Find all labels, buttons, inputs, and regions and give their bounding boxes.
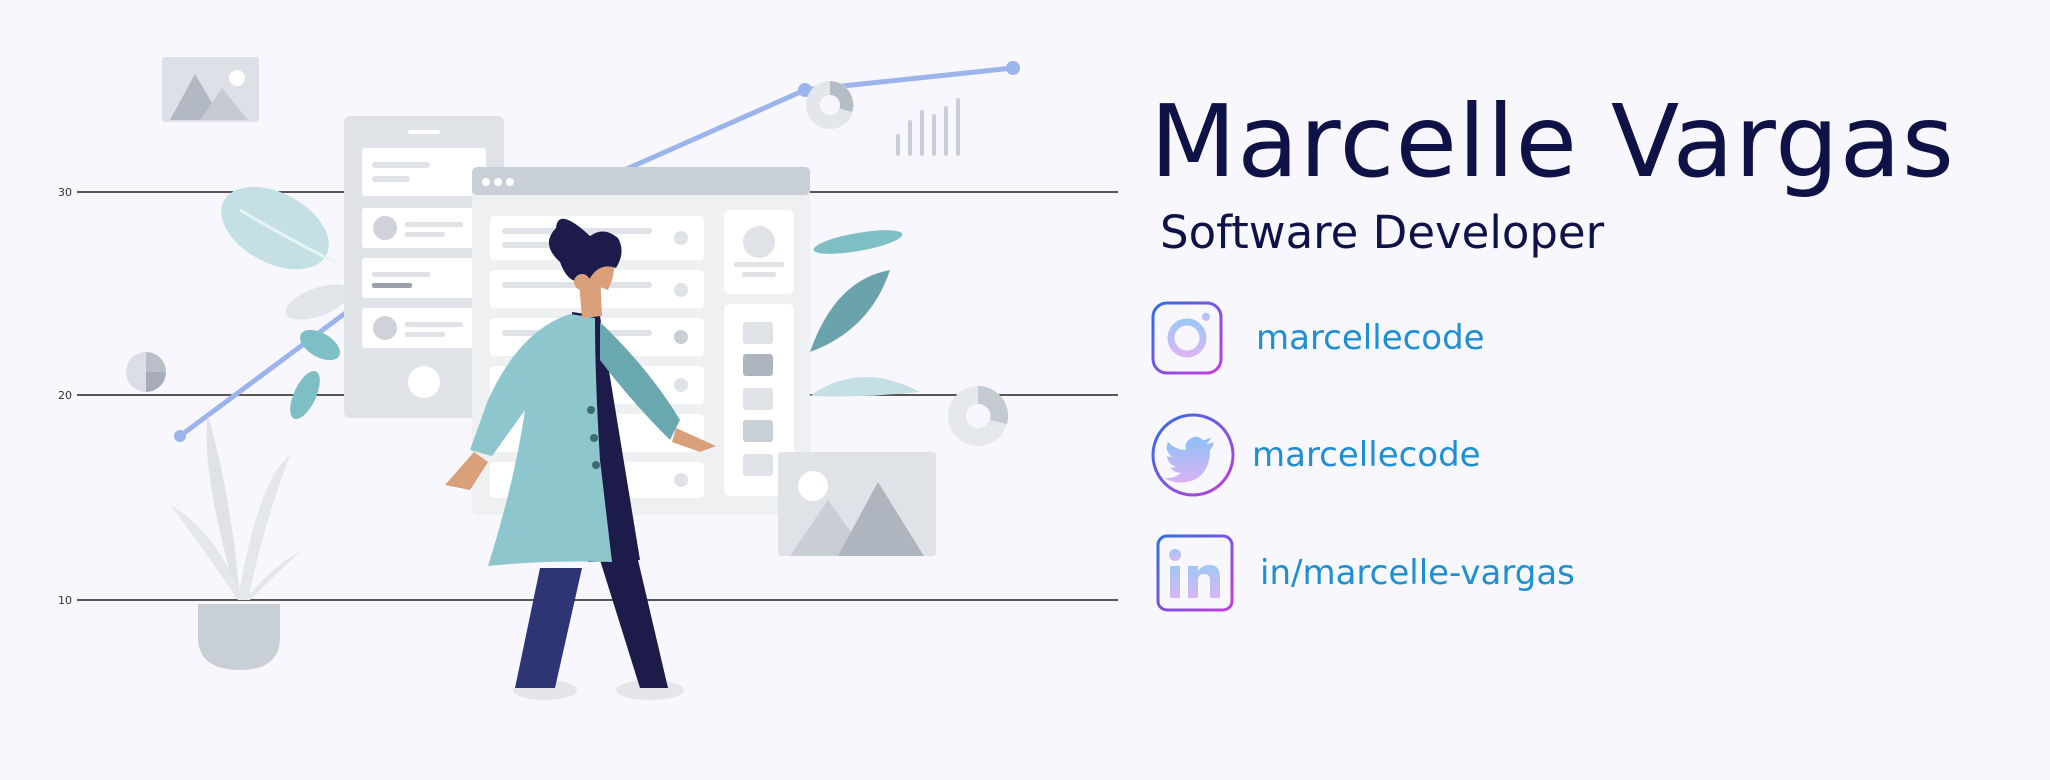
developer-illustration: 30 20 10	[58, 57, 1118, 700]
instagram-link[interactable]: marcellecode	[1150, 300, 1485, 376]
instagram-handle: marcellecode	[1256, 318, 1485, 358]
profile-panel: Marcelle Vargas Software Developer marce…	[1150, 0, 2030, 780]
linkedin-link[interactable]: in/marcelle-vargas	[1156, 534, 1575, 612]
plant-leaves	[810, 230, 920, 397]
twitter-icon	[1151, 413, 1235, 497]
profile-title: Software Developer	[1160, 206, 1605, 259]
plant-leaves	[221, 186, 351, 420]
gridline-label: 20	[58, 389, 72, 402]
linkedin-handle: in/marcelle-vargas	[1260, 553, 1575, 593]
donut-chart-icon	[806, 81, 854, 129]
image-placeholder-icon	[162, 57, 259, 122]
gridline-label: 30	[58, 186, 72, 199]
donut-chart-icon	[948, 385, 1009, 446]
image-placeholder-icon	[778, 452, 936, 556]
twitter-link[interactable]: marcellecode	[1150, 412, 1481, 498]
linkedin-icon	[1156, 534, 1234, 612]
potted-plant	[170, 415, 300, 670]
instagram-icon	[1151, 301, 1223, 375]
gridline-label: 10	[58, 594, 72, 607]
pie-chart-icon	[126, 352, 166, 392]
bar-chart-icon	[896, 98, 960, 156]
twitter-handle: marcellecode	[1252, 435, 1481, 475]
profile-name: Marcelle Vargas	[1150, 83, 1955, 200]
